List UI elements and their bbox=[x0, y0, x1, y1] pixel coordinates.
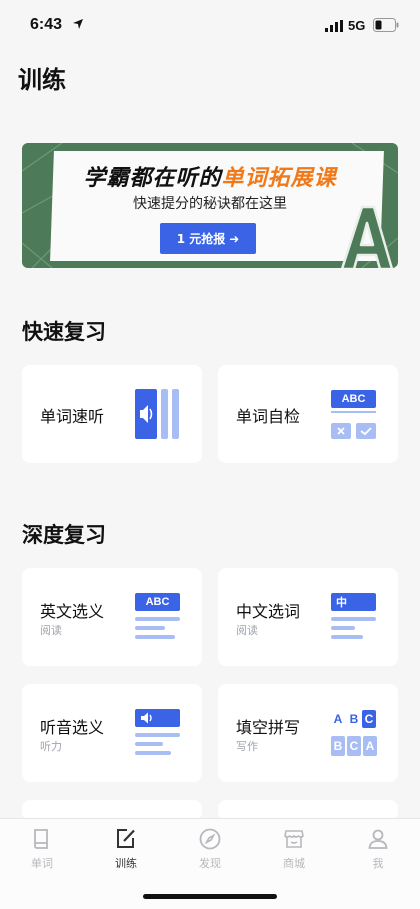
english-choice-card[interactable]: 英文选义 阅读 ABC bbox=[22, 568, 202, 666]
tab-label: 商城 bbox=[283, 857, 305, 870]
compass-icon bbox=[199, 828, 221, 850]
letter-tile-selected: C bbox=[362, 710, 376, 728]
lines-illustration bbox=[135, 617, 180, 639]
banner-headline-part2: 单词拓展课 bbox=[221, 166, 337, 191]
chinese-choice-sub: 阅读 bbox=[236, 624, 258, 637]
tab-label: 发现 bbox=[199, 857, 221, 870]
location-arrow-icon bbox=[73, 19, 83, 29]
deep-review-title: 深度复习 bbox=[22, 523, 106, 547]
tab-discover[interactable]: 发现 bbox=[168, 827, 252, 877]
tab-training[interactable]: 训练 bbox=[84, 827, 168, 877]
battery-icon bbox=[373, 18, 399, 32]
tab-profile[interactable]: 我 bbox=[336, 827, 420, 877]
status-bar: 6:43 5G bbox=[0, 0, 420, 52]
abc-badge: ABC bbox=[331, 390, 376, 408]
quick-listen-card[interactable]: 单词速听 bbox=[22, 365, 202, 463]
tab-label: 训练 bbox=[115, 857, 137, 870]
banner-headline-part1: 学霸都在听的 bbox=[83, 166, 222, 191]
next-card-partial[interactable] bbox=[22, 800, 202, 820]
fill-spelling-label: 填空拼写 bbox=[236, 718, 301, 737]
cross-check-icon bbox=[331, 423, 376, 439]
next-card-partial[interactable] bbox=[218, 800, 398, 820]
status-time: 6:43 bbox=[30, 16, 63, 33]
listen-choice-sub: 听力 bbox=[40, 740, 62, 753]
tab-label: 单词 bbox=[31, 857, 53, 870]
signal-icon bbox=[325, 20, 343, 32]
letter-tile: C bbox=[347, 736, 361, 756]
listen-choice-label: 听音选义 bbox=[40, 718, 105, 737]
edit-icon bbox=[117, 829, 135, 848]
tab-store[interactable]: 商城 bbox=[252, 827, 336, 877]
english-choice-label: 英文选义 bbox=[40, 602, 105, 621]
self-check-label: 单词自检 bbox=[236, 407, 301, 426]
network-label: 5G bbox=[348, 18, 366, 33]
english-choice-sub: 阅读 bbox=[40, 624, 62, 637]
book-icon bbox=[34, 829, 48, 849]
letter-tile: B bbox=[349, 712, 359, 726]
lines-illustration bbox=[331, 617, 376, 639]
audio-bars-illustration bbox=[135, 389, 179, 439]
quick-listen-label: 单词速听 bbox=[40, 407, 105, 426]
quick-review-title: 快速复习 bbox=[22, 320, 106, 344]
chinese-choice-label: 中文选词 bbox=[236, 602, 301, 621]
banner-cta-button[interactable]: 1 元抢报 ➜ bbox=[160, 223, 256, 254]
fill-spelling-sub: 写作 bbox=[236, 740, 258, 753]
letter-tile: B bbox=[331, 736, 345, 756]
banner-cta-label: 1 元抢报 bbox=[176, 232, 226, 246]
store-icon bbox=[284, 830, 304, 848]
self-check-card[interactable]: 单词自检 ABC bbox=[218, 365, 398, 463]
tab-label: 我 bbox=[372, 857, 384, 870]
page-title: 训练 bbox=[18, 66, 66, 94]
letter-a-graphic bbox=[341, 205, 394, 268]
banner-headline: 学霸都在听的单词拓展课 bbox=[22, 160, 398, 192]
letter-tile: A bbox=[363, 736, 377, 756]
abc-badge: ABC bbox=[135, 593, 180, 611]
audio-lines-illustration bbox=[135, 709, 180, 755]
chinese-choice-card[interactable]: 中文选词 阅读 中 bbox=[218, 568, 398, 666]
fill-spelling-card[interactable]: 填空拼写 写作 A B C B C A bbox=[218, 684, 398, 782]
home-indicator bbox=[143, 894, 277, 899]
tab-words[interactable]: 单词 bbox=[0, 827, 84, 877]
chinese-badge: 中 bbox=[331, 593, 376, 611]
profile-icon bbox=[368, 829, 388, 849]
arrow-right-icon: ➜ bbox=[229, 231, 240, 246]
listen-choice-card[interactable]: 听音选义 听力 bbox=[22, 684, 202, 782]
letter-tile: A bbox=[333, 712, 343, 726]
promo-banner[interactable]: 学霸都在听的单词拓展课 快速提分的秘诀都在这里 1 元抢报 ➜ bbox=[22, 143, 398, 268]
divider-line bbox=[331, 411, 376, 413]
